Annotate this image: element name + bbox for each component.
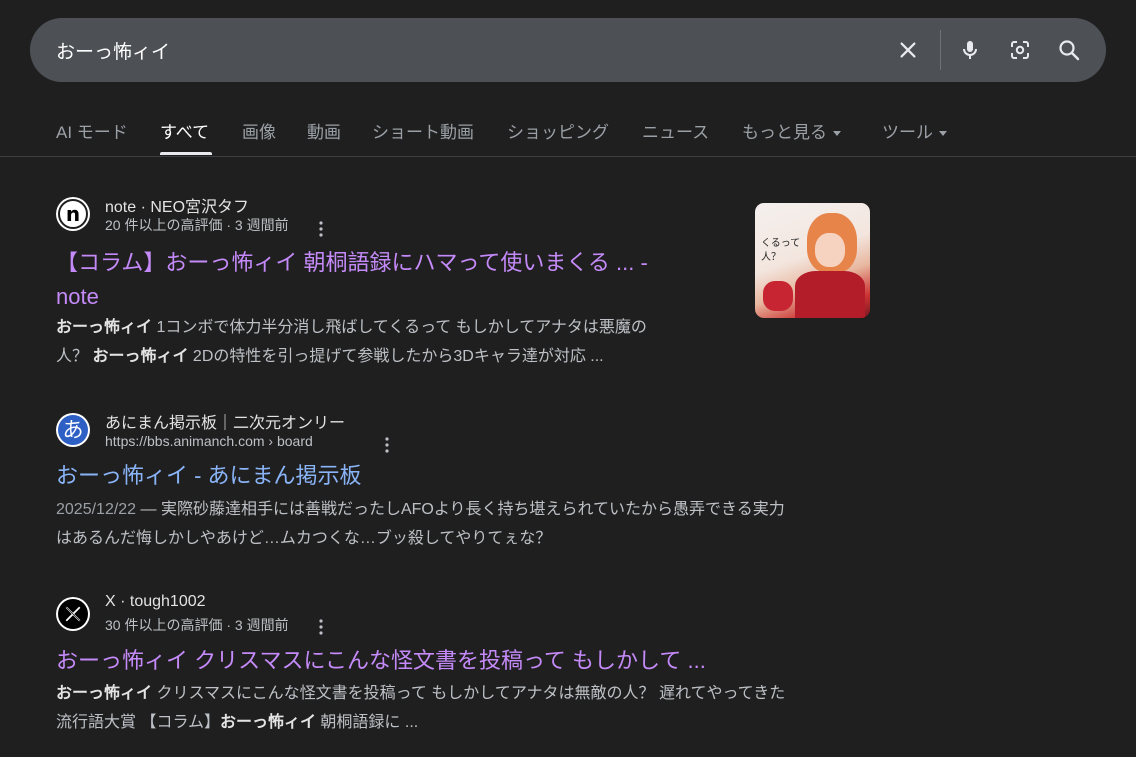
tab-images[interactable]: 画像	[242, 118, 276, 143]
search-input[interactable]: おーっ怖ィイ	[56, 37, 170, 64]
x-favicon-icon	[56, 597, 90, 631]
result-site-name[interactable]: note · NEO宮沢タフ	[105, 193, 249, 217]
result-title-link[interactable]: 【コラム】おーっ怖ィイ 朝桐語録にハマって使いまくる ... -	[56, 246, 648, 279]
result-thumbnail[interactable]: くるって 人？	[755, 203, 870, 318]
favicon-letter: あ	[62, 417, 84, 442]
snippet-text: 朝桐語録に ...	[315, 714, 419, 731]
result-snippet-line: 2025/12/22 — 実際砂藤達相手には善戦だったしAFOより長く持ち堪えら…	[56, 495, 785, 524]
tab-shopping[interactable]: ショッピング	[507, 118, 609, 143]
result-snippet-line: おーっ怖ィイ 1コンボで体力半分消し飛ばしてくるって もしかしてアナタは悪魔の	[56, 313, 647, 342]
chevron-down-icon	[939, 131, 947, 137]
search-icon[interactable]	[1055, 36, 1083, 64]
result-meta: 20 件以上の高評価 · 3 週間前	[105, 217, 289, 233]
search-bar[interactable]: おーっ怖ィイ	[30, 18, 1106, 82]
snippet-text: 人？	[56, 348, 93, 365]
note-favicon-icon: n	[56, 197, 90, 231]
result-snippet-line: はあるんだ悔しかしやあけど…ムカつくな…ブッ殺してやりてぇな？	[56, 530, 552, 547]
tab-ai-mode[interactable]: AI モード	[56, 118, 128, 143]
result-snippet-line: 流行語大賞 【コラム】おーっ怖ィイ 朝桐語録に ...	[56, 708, 418, 737]
result-title-link[interactable]: おーっ怖ィイ - あにまん掲示板	[56, 459, 362, 492]
result-snippet-line: 人？ おーっ怖ィイ 2Dの特性を引っ提げて参戦したから3Dキャラ達が対応 ...	[56, 342, 604, 371]
result-url[interactable]: https://bbs.animanch.com › board	[105, 433, 313, 449]
tab-short-videos[interactable]: ショート動画	[372, 118, 474, 143]
more-options-icon[interactable]	[311, 617, 331, 637]
tab-more[interactable]: もっと見る	[742, 118, 841, 143]
search-tabs: AI モード すべて 画像 動画 ショート動画 ショッピング ニュース もっと見…	[0, 110, 1136, 157]
microphone-icon[interactable]	[956, 36, 984, 64]
tab-videos[interactable]: 動画	[307, 118, 341, 143]
snippet-text: クリスマスにこんな怪文書を投稿って もしかしてアナタは無敵の人？ 遅れてやってき…	[152, 685, 786, 702]
tab-all[interactable]: すべて	[160, 118, 209, 143]
result-date: 2025/12/22	[56, 501, 137, 518]
close-icon[interactable]	[894, 36, 922, 64]
snippet-text: 流行語大賞 【コラム】	[56, 714, 220, 731]
more-options-icon[interactable]	[377, 435, 397, 455]
search-bar-divider	[940, 30, 941, 70]
thumbnail-figure-face	[815, 233, 845, 267]
snippet-text: 2Dの特性を引っ提げて参戦したから3Dキャラ達が対応 ...	[188, 348, 604, 365]
favicon-letter: n	[65, 202, 81, 226]
result-title-link[interactable]: おーっ怖ィイ クリスマスにこんな怪文書を投稿って もしかして ...	[56, 644, 706, 677]
tab-tools[interactable]: ツール	[882, 118, 947, 143]
snippet-text: — 実際砂藤達相手には善戦だったしAFOより長く持ち堪えられていたから愚弄できる…	[136, 501, 785, 518]
thumbnail-figure-arm	[763, 281, 793, 311]
snippet-keyword: おーっ怖ィイ	[56, 319, 153, 336]
result-snippet-line: おーっ怖ィイ クリスマスにこんな怪文書を投稿って もしかしてアナタは無敵の人？ …	[56, 679, 785, 708]
animanch-favicon-icon: あ	[56, 413, 90, 447]
thumbnail-caption: くるって 人？	[761, 238, 801, 263]
tab-tools-label: ツール	[882, 123, 933, 142]
snippet-keyword: おーっ怖ィイ	[219, 714, 316, 731]
thumbnail-figure-body	[795, 271, 865, 318]
result-meta: 30 件以上の高評価 · 3 週間前	[105, 617, 289, 633]
snippet-text: 1コンボで体力半分消し飛ばしてくるって もしかしてアナタは悪魔の	[152, 319, 647, 336]
more-options-icon[interactable]	[311, 219, 331, 239]
tab-more-label: もっと見る	[742, 123, 827, 142]
snippet-keyword: おーっ怖ィイ	[56, 685, 153, 702]
result-title-link-continued[interactable]: note	[56, 280, 99, 313]
chevron-down-icon	[833, 131, 841, 137]
result-site-name[interactable]: あにまん掲示板｜二次元オンリー	[105, 409, 345, 433]
active-tab-indicator	[160, 152, 212, 155]
snippet-keyword: おーっ怖ィイ	[92, 348, 189, 365]
google-lens-icon[interactable]	[1006, 36, 1034, 64]
tab-news[interactable]: ニュース	[642, 118, 709, 143]
result-site-name[interactable]: X · tough1002	[105, 593, 206, 611]
